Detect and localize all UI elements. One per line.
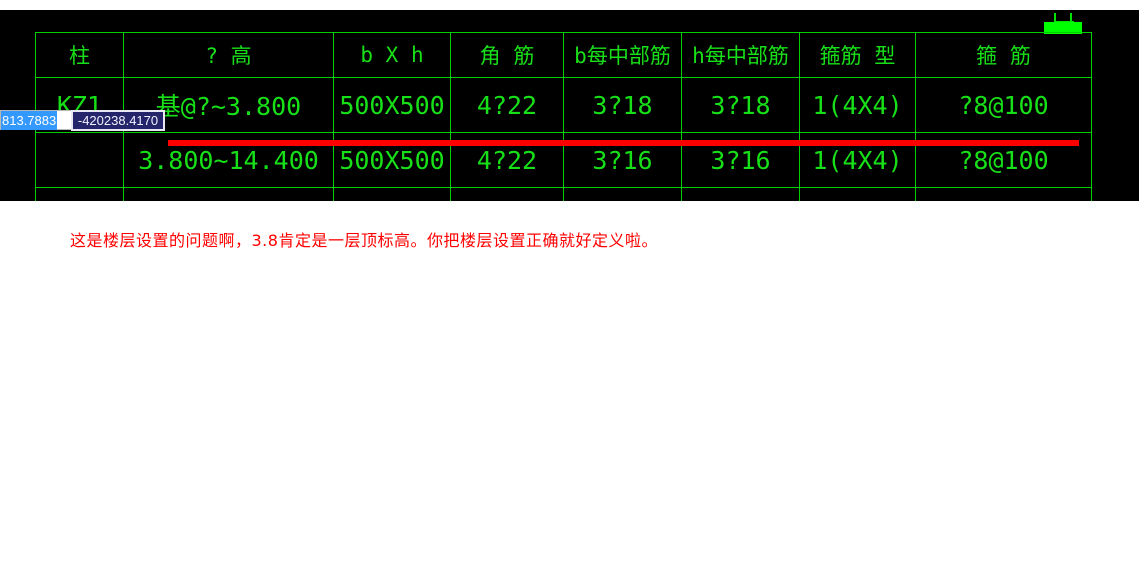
cell-stirrup-type (799, 187, 916, 201)
cell-h-mid-bar (681, 187, 800, 201)
cell-stirrup: ?8@100 (?? (915, 187, 1092, 201)
column-schedule-table: 柱 ? 高 b X h 角 筋 b每中部筋 h每中部筋 箍筋 型 箍 筋 KZ1… (35, 32, 1092, 201)
coordinate-tooltip: -420238.4170 (71, 110, 165, 131)
cell-b-mid-bar: 3?18 (563, 77, 682, 133)
cell-bxh: 500X500 (333, 77, 451, 133)
cell-elevation (123, 187, 334, 201)
coordinate-input-field[interactable]: 813.7883 (0, 110, 72, 130)
cell-bxh: 500X500 (333, 187, 451, 201)
cell-stirrup: ?8@100 (915, 77, 1092, 133)
coordinate-input-value: 813.7883 (1, 110, 58, 130)
cell-h-mid-bar: 3?18 (681, 77, 800, 133)
coordinate-tooltip-value: -420238.4170 (77, 113, 159, 128)
header-cell-zhu: 柱 (35, 32, 124, 78)
header-cell-bxh: b X h (333, 32, 451, 78)
red-guide-line (168, 140, 1079, 146)
cell-corner-bar: 4?22 (450, 77, 564, 133)
cell-corner-bar: 4?22 (450, 187, 564, 201)
cad-drawing-canvas[interactable]: 柱 ? 高 b X h 角 筋 b每中部筋 h每中部筋 箍筋 型 箍 筋 KZ1… (0, 10, 1139, 201)
cell-zhu (35, 132, 124, 188)
header-cell-corner-bar: 角 筋 (450, 32, 564, 78)
table-header-row: 柱 ? 高 b X h 角 筋 b每中部筋 h每中部筋 箍筋 型 箍 筋 (35, 32, 1092, 78)
cell-b-mid-bar (563, 187, 682, 201)
annotation-text: 这是楼层设置的问题啊，3.8肯定是一层顶标高。你把楼层设置正确就好定义啦。 (70, 231, 658, 250)
header-cell-stirrup-type: 箍筋 型 (799, 32, 916, 78)
header-cell-b-mid-bar: b每中部筋 (563, 32, 682, 78)
table-row: KZ1 基@?~3.800 500X500 4?22 3?18 3?18 1(4… (35, 77, 1092, 133)
header-cell-h-mid-bar: h每中部筋 (681, 32, 800, 78)
cell-zhu (35, 187, 124, 201)
table-row: 500X500 4?22 ?8@100 (?? (35, 187, 1092, 201)
header-cell-stirrup: 箍 筋 (915, 32, 1092, 78)
header-cell-elevation: ? 高 (123, 32, 334, 78)
cell-stirrup-type: 1(4X4) (799, 77, 916, 133)
